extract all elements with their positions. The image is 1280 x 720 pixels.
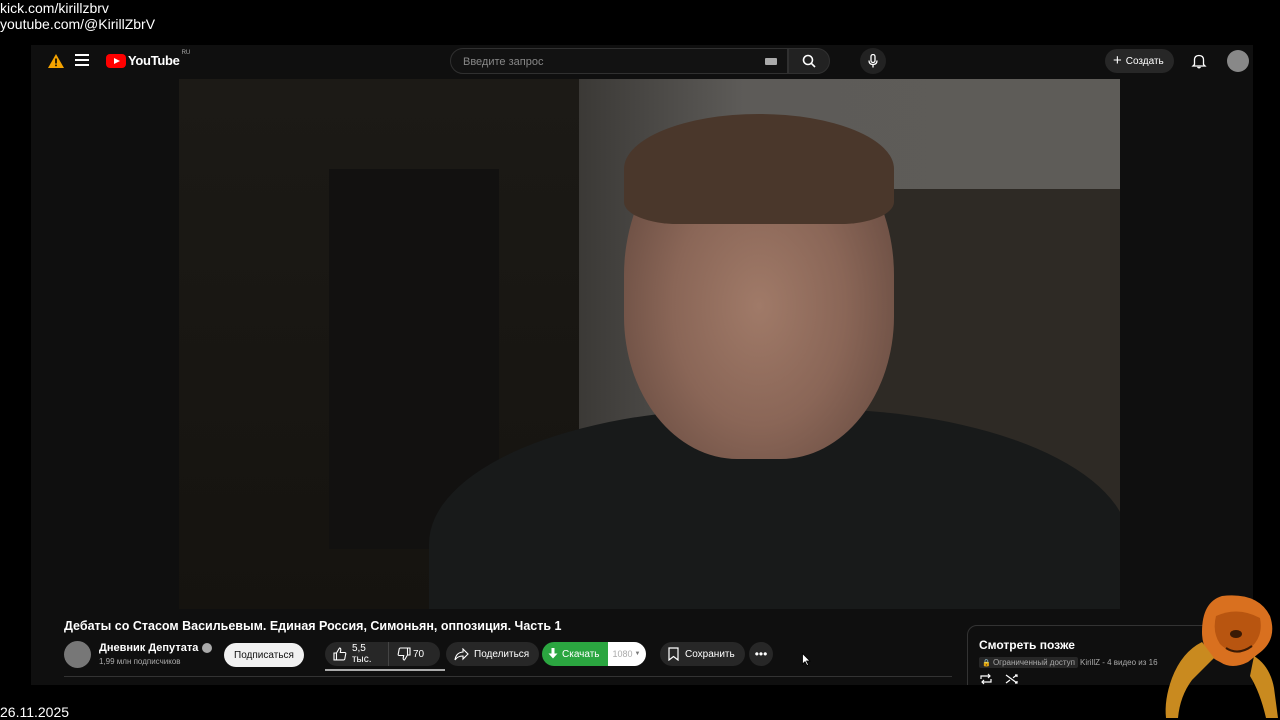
quality-value: 1080 bbox=[612, 649, 633, 659]
like-button[interactable]: 5,5 тыс. bbox=[325, 642, 389, 666]
menu-icon[interactable] bbox=[75, 54, 89, 66]
access-label: Ограниченный доступ bbox=[992, 658, 1075, 667]
bell-icon[interactable] bbox=[1191, 53, 1207, 69]
shuffle-icon[interactable] bbox=[1005, 673, 1019, 685]
loop-icon[interactable] bbox=[979, 673, 993, 685]
quality-select[interactable]: 1080 ▼ bbox=[607, 642, 646, 666]
share-button[interactable]: Поделиться bbox=[446, 642, 540, 666]
stream-mascot-image bbox=[1162, 592, 1280, 720]
plus-icon: + bbox=[1113, 52, 1122, 69]
chevron-down-icon: ▼ bbox=[634, 651, 641, 657]
playlist-owner-info: KirillZ - 4 видео из 16 bbox=[1079, 658, 1158, 667]
share-label: Поделиться bbox=[474, 648, 530, 660]
channel-name-text: Дневник Депутата bbox=[99, 642, 199, 654]
youtube-logo[interactable]: YouTube RU bbox=[106, 49, 191, 68]
lock-icon: 🔒 bbox=[982, 660, 991, 667]
save-button[interactable]: Сохранить bbox=[660, 642, 745, 666]
channel-name[interactable]: Дневник Депутата bbox=[99, 642, 213, 654]
thumbs-up-icon bbox=[333, 647, 347, 661]
search-button[interactable] bbox=[788, 48, 830, 74]
masthead: YouTube RU + Создать bbox=[31, 45, 1253, 79]
search-input[interactable] bbox=[461, 53, 755, 71]
overlay-youtube-link: youtube.com/@KirillZbrV bbox=[0, 16, 156, 32]
share-arrow-icon bbox=[454, 647, 469, 660]
download-arrow-icon bbox=[548, 648, 558, 659]
create-label: Создать bbox=[1125, 55, 1164, 67]
verified-check-icon bbox=[202, 643, 213, 653]
account-avatar[interactable] bbox=[1227, 50, 1249, 72]
logo-text: YouTube bbox=[128, 53, 180, 68]
divider bbox=[64, 676, 952, 677]
more-actions-button[interactable]: ••• bbox=[749, 642, 773, 666]
video-title: Дебаты со Стасом Васильевым. Единая Росс… bbox=[64, 619, 562, 633]
more-dots-icon: ••• bbox=[754, 647, 768, 661]
search-icon bbox=[802, 54, 816, 68]
overlay-kick-link: kick.com/kirillzbrv bbox=[0, 0, 109, 16]
overlay-date: 26.11.2025 bbox=[0, 704, 70, 720]
bookmark-icon bbox=[668, 647, 679, 661]
access-badge: 🔒 Ограниченный доступ bbox=[979, 657, 1078, 668]
logo-region: RU bbox=[181, 49, 191, 56]
youtube-page: YouTube RU + Создать Дебаты со Стасом Ва… bbox=[31, 45, 1253, 685]
search-box[interactable] bbox=[450, 48, 788, 74]
mouse-cursor-icon bbox=[802, 653, 811, 666]
playlist-title: Смотреть позже bbox=[979, 638, 1075, 652]
dislike-count: 70 bbox=[413, 648, 425, 660]
playlist-meta: 🔒 Ограниченный доступ KirillZ - 4 видео … bbox=[979, 657, 1158, 668]
channel-avatar[interactable] bbox=[64, 641, 91, 668]
like-ratio-bar bbox=[325, 669, 445, 671]
create-button[interactable]: + Создать bbox=[1105, 49, 1174, 73]
download-label: Скачать bbox=[562, 648, 600, 660]
keyboard-icon[interactable] bbox=[765, 58, 777, 65]
dislike-button[interactable]: 70 bbox=[389, 642, 424, 666]
like-count: 5,5 тыс. bbox=[351, 643, 372, 665]
voice-search-button[interactable] bbox=[860, 48, 886, 74]
download-group: Скачать 1080 ▼ bbox=[542, 642, 646, 666]
subscriber-count: 1,99 млн подписчиков bbox=[99, 657, 181, 666]
warning-icon[interactable] bbox=[47, 53, 65, 69]
subscribe-button[interactable]: Подписаться bbox=[224, 643, 304, 667]
thumbs-down-icon bbox=[397, 647, 411, 661]
download-button[interactable]: Скачать bbox=[542, 642, 608, 666]
youtube-play-icon bbox=[106, 53, 126, 68]
mic-icon bbox=[868, 54, 878, 68]
like-dislike-group: 5,5 тыс. 70 bbox=[325, 642, 440, 666]
save-label: Сохранить bbox=[685, 648, 735, 660]
video-player[interactable] bbox=[179, 79, 1120, 609]
video-frame-person-hair bbox=[624, 114, 894, 224]
